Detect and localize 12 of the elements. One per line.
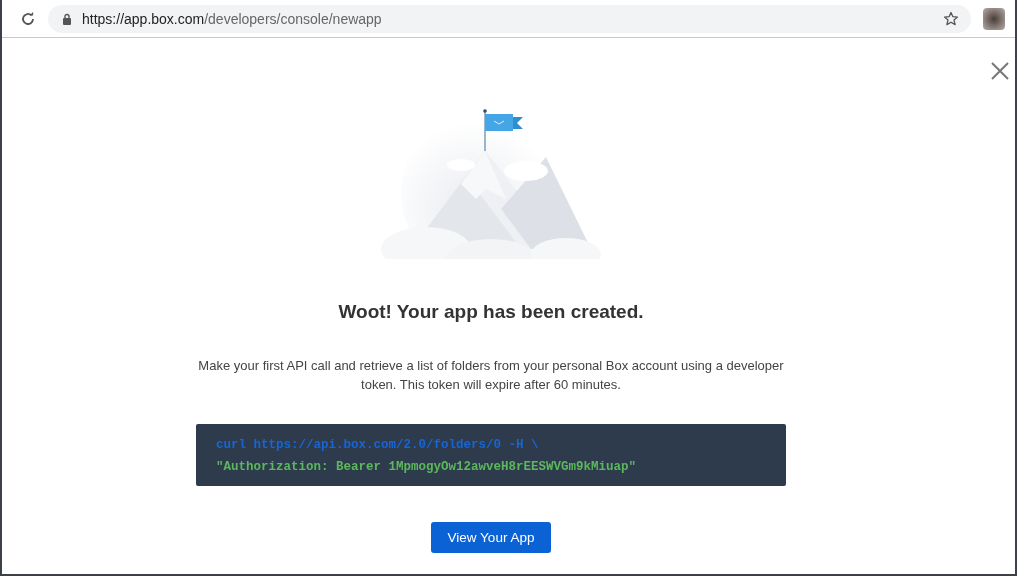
star-icon[interactable] xyxy=(943,10,959,27)
avatar[interactable] xyxy=(983,7,1005,30)
view-app-button[interactable]: View Your App xyxy=(430,522,552,553)
code-line: "Authorization: Bearer 1MpmogyOw12awveH8rEESWVGm9kMiuap" xyxy=(216,459,638,476)
url-text: https://app.box.com/developers/console/newapp xyxy=(82,10,383,27)
close-icon[interactable] xyxy=(990,61,1010,81)
modal-title: Woot! Your app has been created. xyxy=(338,301,644,323)
description: Make your first API call and retrieve a list of folders from your personal Box account using a developer token. This token will expire after 60 minutes. xyxy=(197,357,785,394)
lock-icon xyxy=(62,12,72,25)
code-line: curl https://api.box.com/2.0/folders/0 -H \ xyxy=(216,437,540,454)
address-bar[interactable]: https://app.box.com/developers/console/newapp xyxy=(48,4,971,33)
reload-icon[interactable] xyxy=(20,10,36,27)
